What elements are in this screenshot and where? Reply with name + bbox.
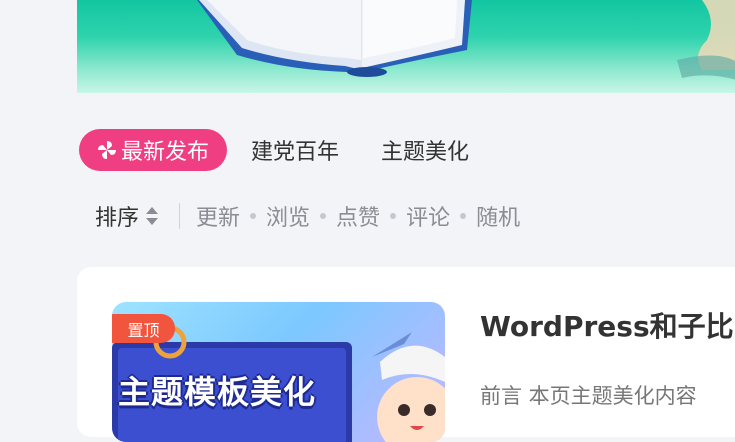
tab-theme-beautify[interactable]: 主题美化 (381, 129, 469, 171)
post-card: 置顶 主题模板美化 WordPress和子比 前言 本页主题美化内容 (77, 267, 735, 442)
thumbnail-text: 主题模板美化 (118, 373, 317, 411)
separator-dot (320, 213, 327, 219)
sort-option-random[interactable]: 随机 (476, 200, 520, 232)
sort-option-likes[interactable]: 点赞 (336, 200, 380, 232)
tab-party-centenary[interactable]: 建党百年 (251, 129, 339, 171)
separator-dot (250, 213, 257, 219)
separator-dot (390, 213, 397, 219)
post-thumbnail[interactable]: 置顶 主题模板美化 (112, 302, 445, 442)
tab-label: 建党百年 (251, 140, 340, 165)
pinwheel-icon (95, 138, 119, 162)
post-excerpt: 前言 本页主题美化内容 (480, 384, 697, 408)
hero-banner[interactable] (77, 0, 735, 93)
sort-option-comments[interactable]: 评论 (406, 200, 450, 232)
sort-toggle[interactable]: 排序 (95, 200, 159, 232)
sort-bar: 排序 更新 浏览 点赞 评论 随机 (95, 196, 520, 236)
post-title[interactable]: WordPress和子比 (480, 305, 734, 345)
tab-latest[interactable]: 最新发布 (79, 129, 228, 171)
sort-option-updated[interactable]: 更新 (196, 200, 240, 232)
tab-label: 主题美化 (381, 140, 470, 165)
tab-label: 最新发布 (121, 140, 210, 165)
divider (179, 203, 181, 229)
category-tabs: 最新发布 建党百年 主题美化 (79, 129, 511, 171)
sort-label: 排序 (95, 206, 140, 231)
pinned-badge: 置顶 (112, 314, 175, 343)
sort-option-views[interactable]: 浏览 (266, 200, 310, 232)
banner-book-illustration (197, 0, 735, 80)
separator-dot (460, 213, 467, 219)
sort-arrows-icon (145, 206, 159, 226)
